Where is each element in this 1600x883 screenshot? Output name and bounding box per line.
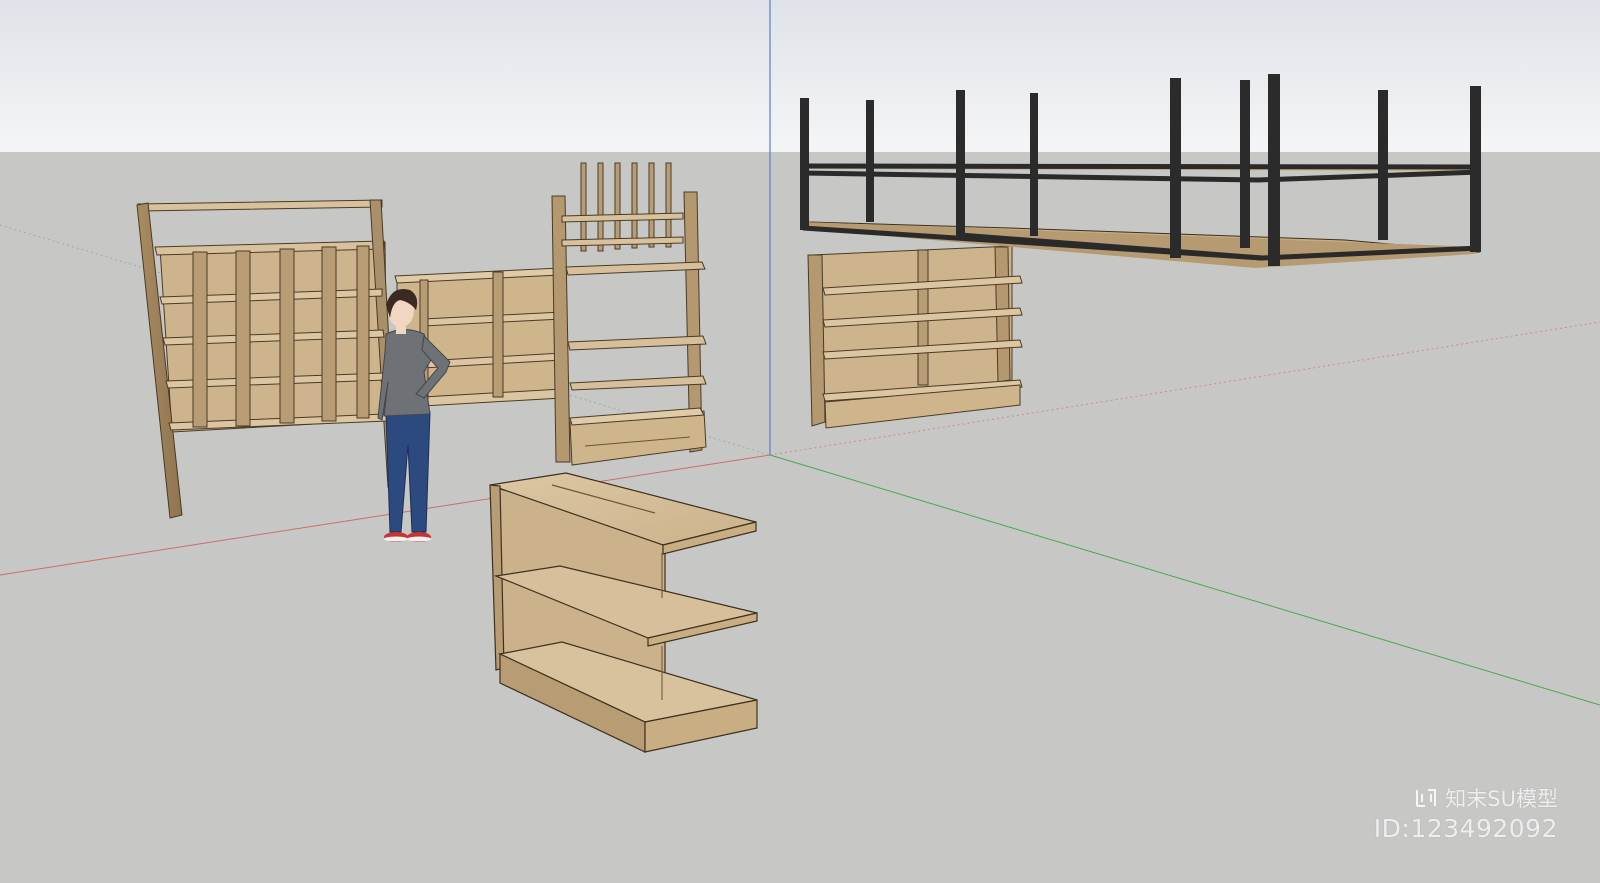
watermark-brand: 知末SU模型 <box>1415 783 1558 813</box>
brand-logo-icon <box>1416 789 1437 807</box>
sketchup-viewport[interactable]: 知末SU模型 ID:123492092 <box>0 0 1600 883</box>
right-bookcase[interactable] <box>807 245 1023 429</box>
watermark-id: ID:123492092 <box>1373 814 1558 843</box>
watermark-brand-text: 知末SU模型 <box>1445 787 1558 811</box>
model-scene[interactable] <box>0 0 1600 883</box>
